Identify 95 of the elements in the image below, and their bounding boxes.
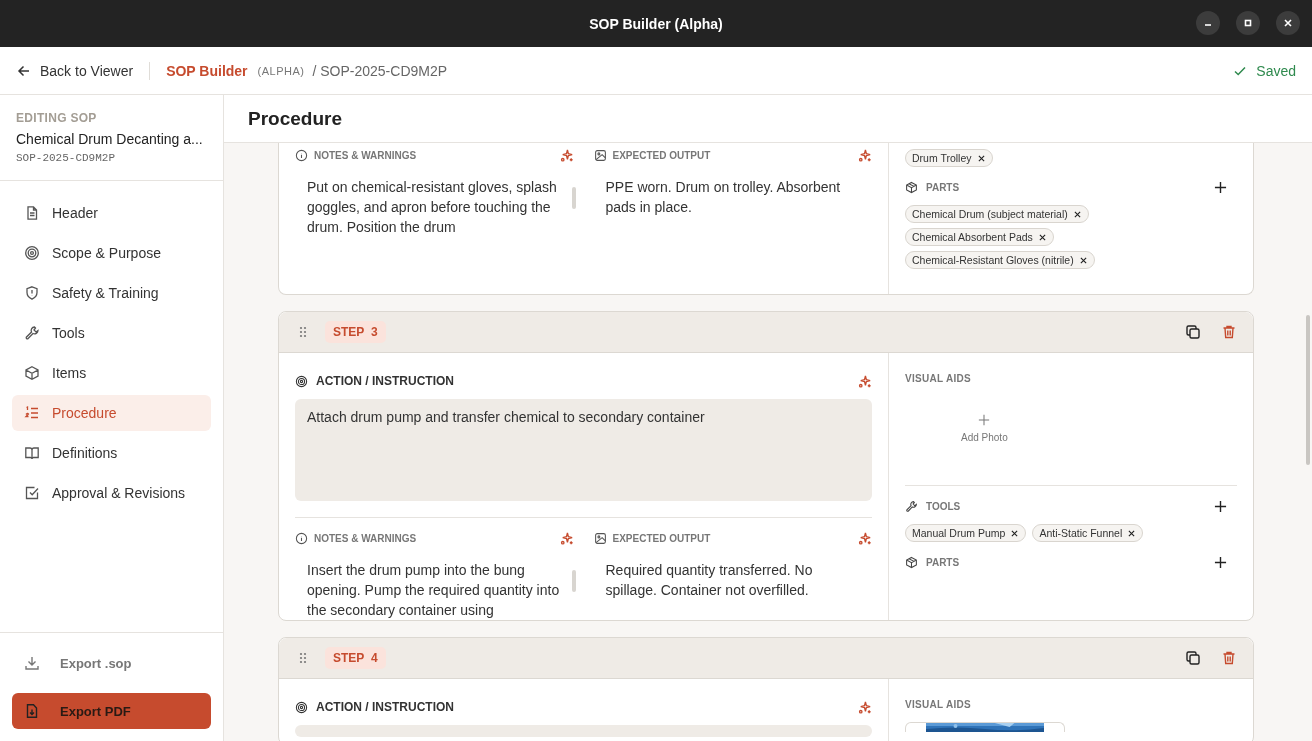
nav-item[interactable]: Header xyxy=(12,195,211,231)
image-icon xyxy=(593,148,607,162)
sparkle-icon[interactable] xyxy=(857,373,872,389)
checkbox-icon xyxy=(24,485,40,501)
numbered-list-icon xyxy=(24,405,40,421)
close-icon xyxy=(1283,18,1293,28)
duplicate-icon[interactable] xyxy=(1185,650,1201,666)
field-label: TOOLS xyxy=(926,501,961,512)
step-badge: STEP 4 xyxy=(325,647,386,669)
plus-icon xyxy=(978,414,991,426)
nav-item[interactable]: Approval & Revisions xyxy=(12,475,211,511)
wrench-icon xyxy=(905,500,918,513)
scrollbar-thumb[interactable] xyxy=(571,187,576,209)
remove-icon[interactable] xyxy=(1011,529,1019,537)
tag-label: Manual Drum Pump xyxy=(912,527,1006,539)
tag-label: Drum Trolley xyxy=(912,152,972,164)
tag-label: Chemical-Resistant Gloves (nitrile) xyxy=(912,254,1074,266)
nav-item[interactable]: Scope & Purpose xyxy=(12,235,211,271)
shield-icon xyxy=(24,285,40,301)
nav-item[interactable]: Safety & Training xyxy=(12,275,211,311)
close-button[interactable] xyxy=(1276,11,1300,35)
field-label: EXPECTED OUTPUT xyxy=(612,149,711,161)
drag-handle-icon[interactable] xyxy=(299,652,307,664)
remove-icon[interactable] xyxy=(977,154,985,162)
drag-handle-icon[interactable] xyxy=(299,326,307,338)
export-sop-button[interactable]: Export .sop xyxy=(12,645,211,681)
sparkle-icon[interactable] xyxy=(857,530,872,546)
instruction-field[interactable]: Attach drum pump and transfer chemical to secondary container xyxy=(295,399,872,501)
scrollbar-thumb[interactable] xyxy=(571,570,576,592)
nav-item[interactable]: Tools xyxy=(12,315,211,351)
notes-text[interactable]: Insert the drum pump into the bung opening. Pump the required quantity into the secondary container using xyxy=(295,560,574,620)
maximize-icon xyxy=(1243,18,1253,28)
download-icon xyxy=(24,655,40,671)
tag-label: Chemical Drum (subject material) xyxy=(912,208,1068,220)
book-icon xyxy=(24,445,40,461)
back-link[interactable]: Back to Viewer xyxy=(16,62,134,79)
tag-label: Chemical Absorbent Pads xyxy=(912,231,1033,243)
sop-id: SOP-2025-CD9M2P xyxy=(16,152,117,164)
output-text[interactable]: Required quantity transferred. No spillage. Container not overfilled. xyxy=(593,560,872,600)
sparkle-icon[interactable] xyxy=(558,147,574,163)
nav-item[interactable]: Items xyxy=(12,355,211,391)
maximize-button[interactable] xyxy=(1236,11,1260,35)
sparkle-icon[interactable] xyxy=(857,147,872,163)
export-pdf-button[interactable]: Export PDF xyxy=(12,693,211,729)
field-label: ACTION / INSTRUCTION xyxy=(316,700,454,714)
nav-item[interactable]: Procedure xyxy=(12,395,211,431)
field-label: PARTS xyxy=(926,182,960,193)
field-label: PARTS xyxy=(926,557,960,568)
minimize-button[interactable] xyxy=(1196,11,1220,35)
cube-icon xyxy=(24,365,40,381)
target-icon xyxy=(295,700,308,714)
field-label: EXPECTED OUTPUT xyxy=(612,532,711,544)
page-title: Procedure xyxy=(248,107,342,130)
sop-title: Chemical Drum Decanting a... xyxy=(16,131,204,147)
nav-item[interactable]: Definitions xyxy=(12,435,211,471)
save-status: Saved xyxy=(1256,62,1296,79)
output-text[interactable]: PPE worn. Drum on trolley. Absorbent pads in place. xyxy=(593,177,872,217)
target-icon xyxy=(295,374,308,388)
breadcrumb: / SOP-2025-CD9M2P xyxy=(312,62,448,79)
cube-icon xyxy=(905,181,918,194)
version-tag: (ALPHA) xyxy=(257,64,305,77)
info-icon xyxy=(295,148,308,162)
field-label: VISUAL AIDS xyxy=(905,699,973,710)
window-title: SOP Builder (Alpha) xyxy=(589,15,723,32)
step-badge: STEP 3 xyxy=(325,321,386,343)
add-icon[interactable] xyxy=(1214,556,1227,569)
field-label: NOTES & WARNINGS xyxy=(314,532,417,544)
target-icon xyxy=(24,245,40,261)
app-name: SOP Builder xyxy=(166,62,248,79)
add-icon[interactable] xyxy=(1214,500,1227,513)
notes-text[interactable]: Put on chemical-resistant gloves, splash goggles, and apron before touching the drum. Position the drum xyxy=(295,177,574,237)
trash-icon[interactable] xyxy=(1221,650,1237,666)
field-label: NOTES & WARNINGS xyxy=(314,149,417,161)
remove-icon[interactable] xyxy=(1038,233,1046,241)
add-photo-button[interactable]: Add Photo xyxy=(961,414,1008,443)
instruction-field[interactable] xyxy=(295,725,872,737)
sparkle-icon[interactable] xyxy=(857,699,872,715)
scrollbar-thumb[interactable] xyxy=(1306,315,1310,465)
remove-icon[interactable] xyxy=(1079,256,1087,264)
document-icon xyxy=(24,205,40,221)
file-download-icon xyxy=(24,703,40,719)
sparkle-icon[interactable] xyxy=(558,530,574,546)
remove-icon[interactable] xyxy=(1128,529,1136,537)
cube-icon xyxy=(905,556,918,569)
tag-label: Anti-Static Funnel xyxy=(1039,527,1123,539)
remove-icon[interactable] xyxy=(1073,210,1081,218)
field-label: ACTION / INSTRUCTION xyxy=(316,374,454,388)
add-icon[interactable] xyxy=(1214,181,1227,194)
trash-icon[interactable] xyxy=(1221,324,1237,340)
wrench-icon xyxy=(24,325,40,341)
image-icon xyxy=(593,531,607,545)
field-label: VISUAL AIDS xyxy=(905,373,973,384)
section-caption: EDITING SOP xyxy=(16,111,98,125)
duplicate-icon[interactable] xyxy=(1185,324,1201,340)
info-icon xyxy=(295,531,308,545)
